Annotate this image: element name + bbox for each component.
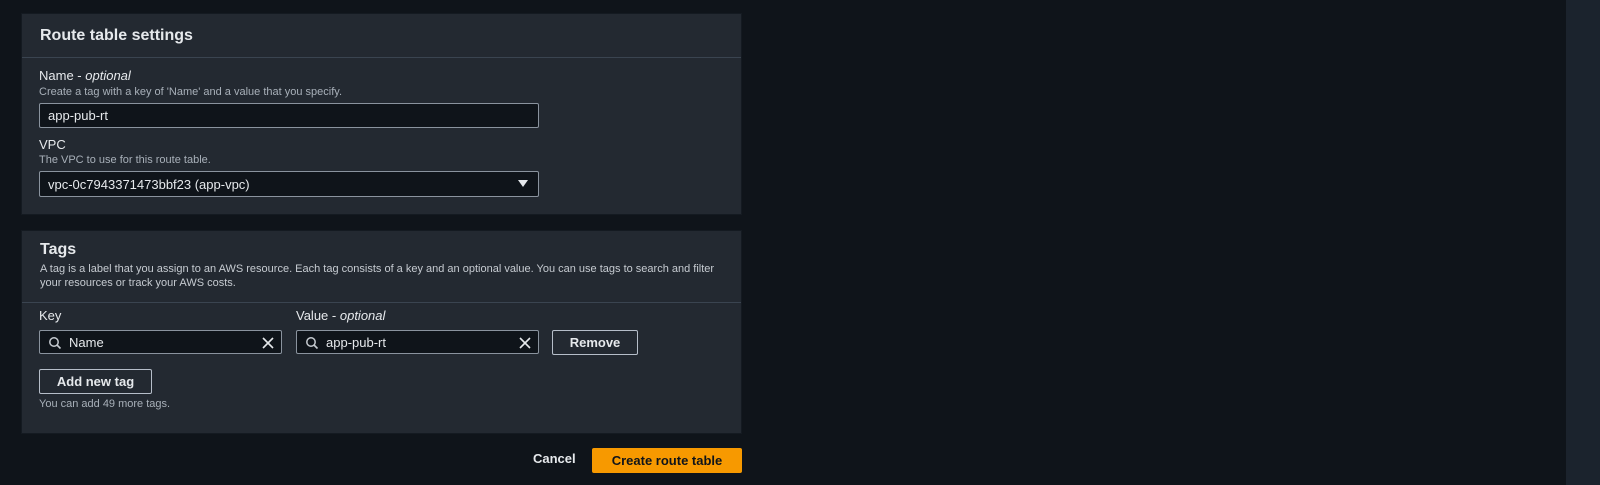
settings-header: Route table settings	[22, 14, 741, 58]
create-route-table-button[interactable]: Create route table	[592, 448, 742, 473]
search-icon	[306, 337, 319, 350]
tags-description: A tag is a label that you assign to an A…	[40, 263, 715, 289]
name-description: Create a tag with a key of 'Name' and a …	[39, 86, 342, 98]
right-side-rail	[1566, 0, 1600, 485]
value-column-label: Value - optional	[296, 308, 386, 323]
tags-title: Tags	[40, 241, 77, 258]
vpc-description: The VPC to use for this route table.	[39, 154, 211, 166]
tag-key-input[interactable]: Name	[39, 330, 282, 354]
value-label-optional: optional	[339, 308, 386, 323]
add-new-tag-button[interactable]: Add new tag	[39, 369, 152, 394]
name-input[interactable]: app-pub-rt	[39, 103, 539, 128]
tag-value-input[interactable]: app-pub-rt	[296, 330, 539, 354]
caret-down-icon	[518, 180, 528, 187]
name-input-value: app-pub-rt	[48, 108, 108, 123]
close-icon[interactable]	[261, 336, 275, 350]
settings-title: Route table settings	[40, 26, 193, 44]
tag-key-value: Name	[69, 334, 104, 350]
tags-panel: Tags A tag is a label that you assign to…	[21, 230, 742, 434]
vpc-select-value: vpc-0c7943371473bbf23 (app-vpc)	[48, 176, 250, 192]
cancel-button[interactable]: Cancel	[533, 451, 576, 466]
value-label-text: Value	[296, 308, 329, 323]
close-icon[interactable]	[518, 336, 532, 350]
page: Route table settings Name - optional Cre…	[0, 0, 1566, 485]
tags-remaining-hint: You can add 49 more tags.	[39, 398, 171, 410]
name-label-optional: optional	[85, 68, 131, 83]
tag-value-value: app-pub-rt	[326, 334, 386, 350]
name-label-text: Name	[39, 68, 74, 83]
name-label: Name - optional	[39, 68, 131, 83]
vpc-label: VPC	[39, 137, 66, 152]
route-table-settings-panel: Route table settings Name - optional Cre…	[21, 13, 742, 215]
tags-header: Tags A tag is a label that you assign to…	[22, 231, 741, 303]
search-icon	[49, 337, 62, 350]
vpc-select[interactable]: vpc-0c7943371473bbf23 (app-vpc)	[39, 171, 539, 197]
remove-tag-button[interactable]: Remove	[552, 330, 638, 355]
key-column-label: Key	[39, 308, 62, 323]
